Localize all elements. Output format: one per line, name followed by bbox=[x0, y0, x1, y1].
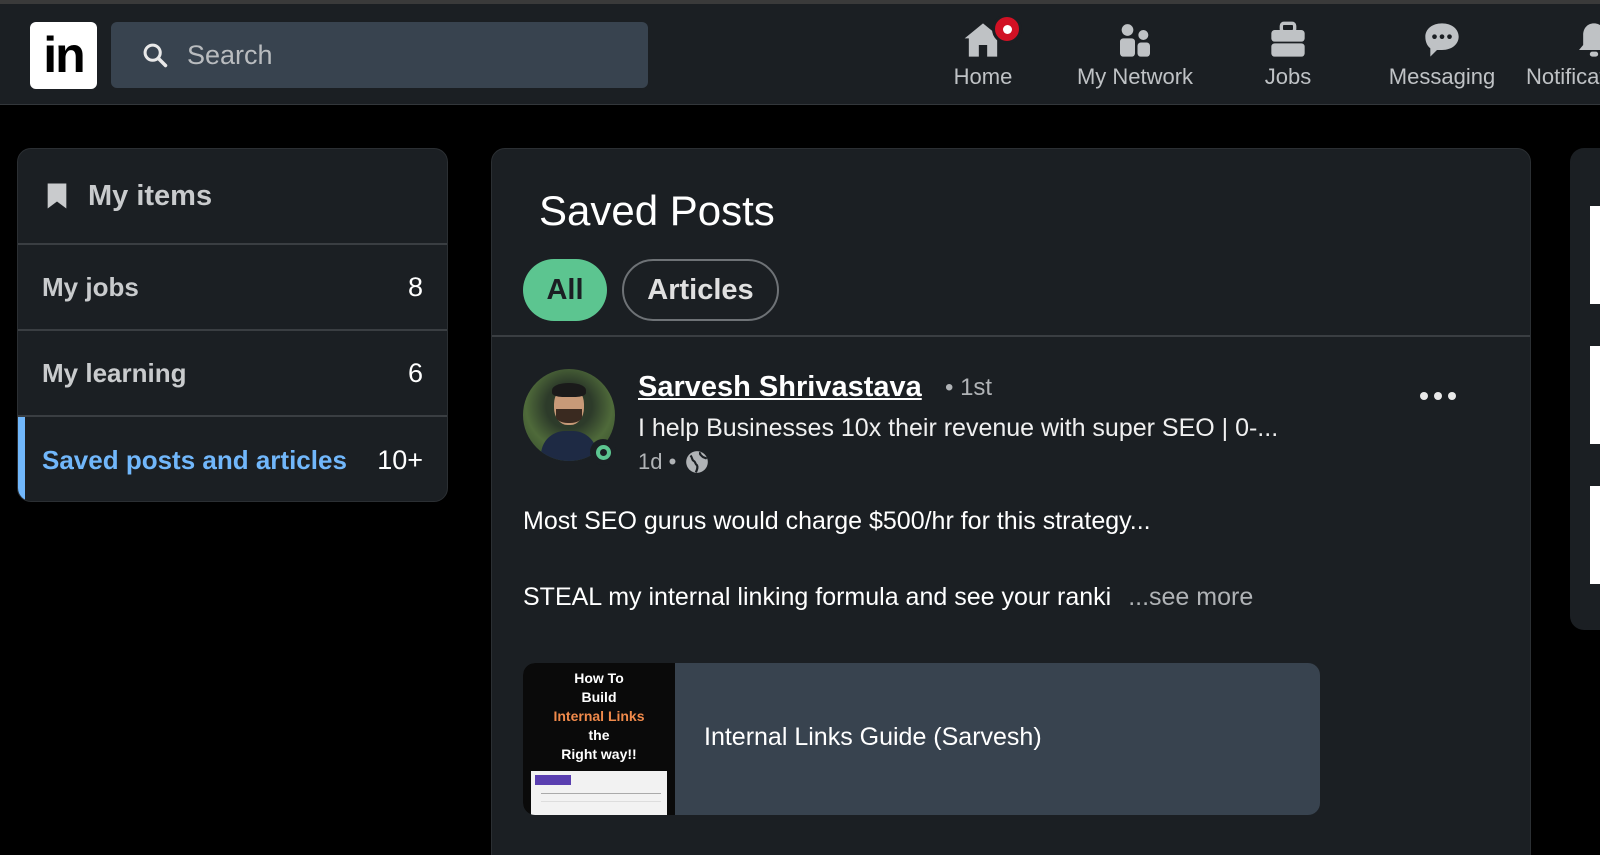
thumb-text: the bbox=[588, 727, 610, 743]
nav-messaging[interactable]: Messaging bbox=[1377, 18, 1507, 98]
author-headline: I help Businesses 10x their revenue with… bbox=[638, 414, 1279, 442]
bell-icon bbox=[1579, 23, 1600, 57]
sidebar-item-count: 6 bbox=[407, 357, 423, 388]
post-body-text: STEAL my internal linking formula and se… bbox=[523, 583, 1112, 611]
sidebar-item-count: 10+ bbox=[377, 444, 423, 475]
sidebar-item-label: My learning bbox=[42, 357, 187, 388]
document-title: Internal Links Guide (Sarvesh) bbox=[704, 723, 1042, 751]
my-items-header: My items bbox=[18, 149, 447, 245]
right-rail-card bbox=[1570, 148, 1600, 630]
document-thumbnail: How To Build Internal Links the Right wa… bbox=[523, 663, 675, 815]
page-title: Saved Posts bbox=[539, 187, 775, 234]
right-rail-ad bbox=[1590, 206, 1600, 304]
nav-my-network[interactable]: My Network bbox=[1060, 18, 1210, 98]
nav-home[interactable]: Home bbox=[938, 14, 1028, 98]
online-status-icon bbox=[590, 439, 616, 465]
sidebar-item-label: My jobs bbox=[42, 271, 139, 302]
post-time: 1d • bbox=[638, 449, 677, 474]
sidebar-item-label: Saved posts and articles bbox=[42, 444, 347, 475]
notification-badge bbox=[992, 14, 1022, 44]
sidebar-item-saved-posts[interactable]: Saved posts and articles 10+ bbox=[18, 417, 447, 501]
top-nav-bar: in Home My Network bbox=[0, 0, 1600, 105]
thumb-text: Internal Links bbox=[553, 708, 645, 724]
divider bbox=[492, 335, 1530, 337]
sidebar-item-my-jobs[interactable]: My jobs 8 bbox=[18, 245, 447, 331]
right-rail-ad bbox=[1590, 346, 1600, 444]
globe-icon bbox=[686, 451, 709, 473]
thumbnail-screenshot bbox=[531, 771, 667, 815]
network-icon bbox=[1120, 24, 1150, 57]
connection-degree: • 1st bbox=[945, 374, 993, 401]
sidebar-item-count: 8 bbox=[407, 271, 423, 302]
author-name-link[interactable]: Sarvesh Shrivastava bbox=[638, 371, 922, 404]
nav-my-network-label: My Network bbox=[1076, 64, 1194, 89]
nav-jobs[interactable]: Jobs bbox=[1238, 18, 1338, 98]
my-items-card: My items My jobs 8 My learning 6 Saved p… bbox=[17, 148, 448, 502]
filter-articles-button[interactable]: Articles bbox=[622, 259, 779, 321]
messaging-icon bbox=[1425, 23, 1459, 57]
my-items-title: My items bbox=[88, 179, 213, 212]
filter-all-button[interactable]: All bbox=[523, 259, 607, 321]
briefcase-icon bbox=[1271, 21, 1305, 57]
saved-posts-card: Saved Posts All Articles Sarvesh Shrivas… bbox=[491, 148, 1531, 855]
nav-notifications-label: Notifications bbox=[1526, 64, 1600, 89]
more-options-button[interactable] bbox=[1413, 381, 1463, 411]
bookmark-icon bbox=[47, 183, 67, 209]
post-body-line: STEAL my internal linking formula and se… bbox=[523, 583, 1253, 612]
thumb-text: Build bbox=[581, 689, 617, 705]
post-meta: 1d • bbox=[638, 449, 710, 475]
sidebar-item-my-learning[interactable]: My learning 6 bbox=[18, 331, 447, 417]
see-more-link[interactable]: ...see more bbox=[1128, 583, 1253, 611]
search-bar[interactable] bbox=[111, 22, 648, 88]
nav-home-label: Home bbox=[953, 64, 1013, 89]
thumb-text: Right way!! bbox=[561, 746, 637, 762]
thumb-text: How To bbox=[574, 670, 624, 686]
search-input[interactable] bbox=[187, 39, 607, 71]
nav-notifications[interactable]: Notifications bbox=[1526, 18, 1600, 98]
linkedin-logo[interactable]: in bbox=[30, 22, 97, 89]
attached-document-card[interactable]: How To Build Internal Links the Right wa… bbox=[523, 663, 1320, 815]
nav-jobs-label: Jobs bbox=[1264, 64, 1312, 89]
nav-messaging-label: Messaging bbox=[1388, 64, 1496, 89]
search-icon bbox=[143, 43, 168, 68]
post-body-line: Most SEO gurus would charge $500/hr for … bbox=[523, 507, 1151, 535]
right-rail-ad bbox=[1590, 486, 1600, 584]
